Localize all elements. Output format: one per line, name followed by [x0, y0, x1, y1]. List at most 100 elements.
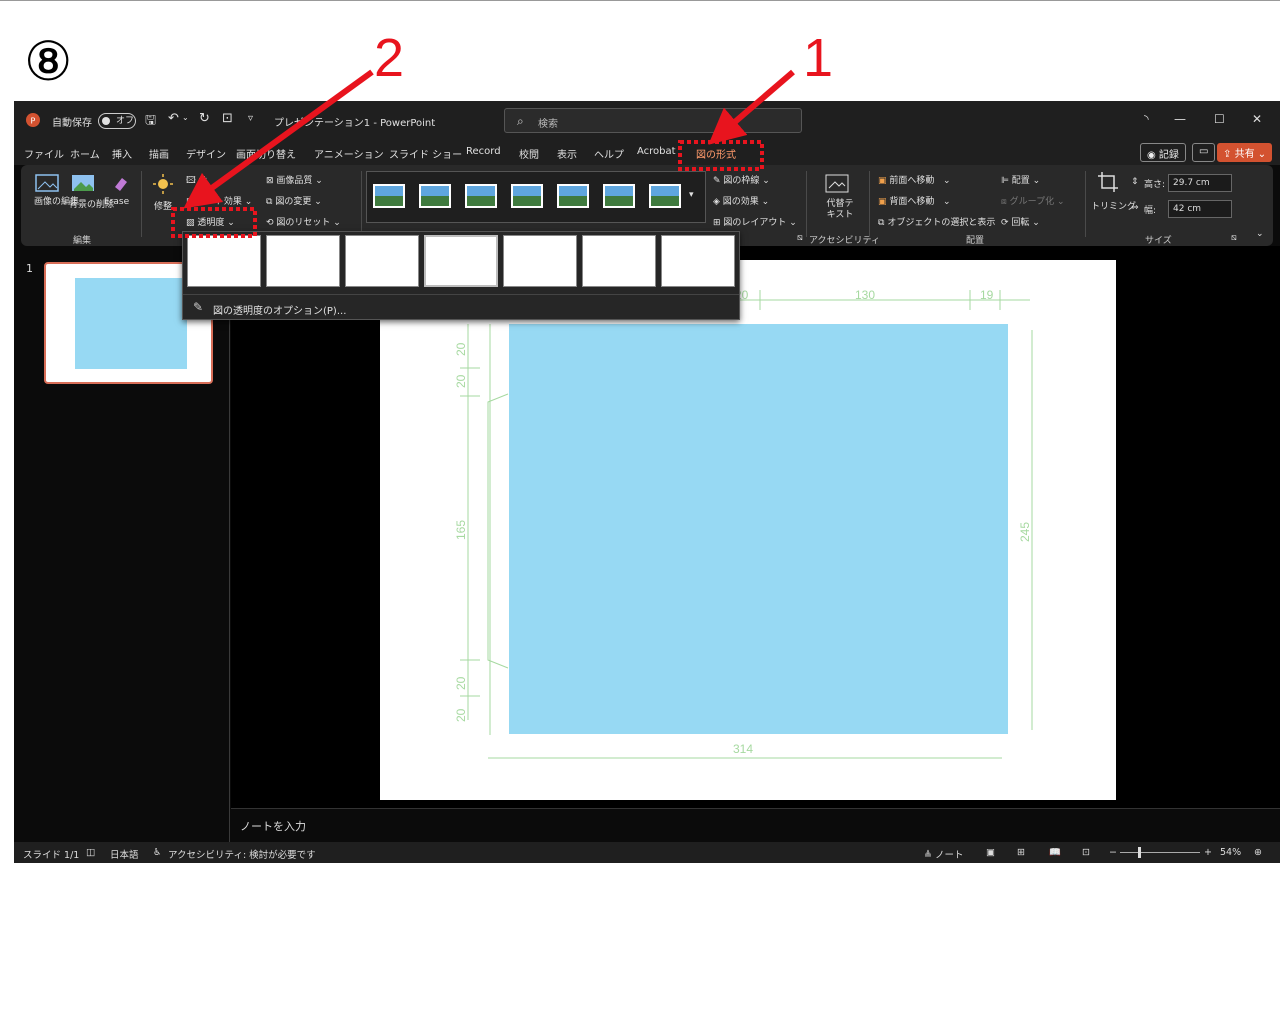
tab-record[interactable]: Record — [466, 146, 501, 157]
zoom-in-icon[interactable]: + — [1204, 847, 1212, 858]
tab-draw[interactable]: 描画 — [149, 146, 169, 161]
record-icon: ◉ — [1147, 150, 1156, 161]
zoom-slider[interactable] — [1120, 852, 1200, 853]
reading-view-icon[interactable]: 📖 — [1049, 847, 1061, 858]
accessibility-status[interactable]: アクセシビリティ: 検討が必要です — [168, 847, 316, 861]
maximize-icon[interactable]: ☐ — [1214, 112, 1225, 126]
notes-button[interactable]: ≜ ノート — [924, 847, 964, 861]
artistic-effects-button[interactable]: ▤ アート効果 ⌄ — [186, 194, 252, 207]
record-button[interactable]: ◉ 記録 — [1140, 143, 1186, 162]
picture-layout-button[interactable]: ⊞ 図のレイアウト ⌄ — [713, 215, 797, 228]
share-button[interactable]: ⇪ 共有 ⌄ — [1217, 143, 1273, 162]
dimension-label: 20 — [454, 708, 468, 722]
present-icon[interactable]: ⊡ — [222, 111, 233, 126]
transparency-preset-0[interactable] — [187, 235, 261, 287]
spelling-check-icon[interactable]: ◫ — [86, 847, 95, 858]
crop-button[interactable]: トリミング — [1091, 199, 1136, 212]
notes-placeholder[interactable]: ノートを入力 — [240, 818, 306, 834]
send-backward-button[interactable]: ▣ 背面へ移動 ⌄ — [878, 194, 951, 207]
zoom-out-icon[interactable]: − — [1109, 847, 1117, 858]
styles-dialog-launcher-icon[interactable]: ⧅ — [797, 233, 803, 243]
gallery-more-icon[interactable]: ▾ — [689, 190, 694, 200]
collapse-ribbon-icon[interactable]: ⌄ — [1256, 229, 1264, 239]
compress-pictures-button[interactable]: ⊠ 画像品質 ⌄ — [266, 173, 323, 186]
transparency-preset-80[interactable] — [582, 235, 656, 287]
change-picture-button[interactable]: ⧉ 図の変更 ⌄ — [266, 194, 322, 207]
autosave-label: 自動保存 — [52, 118, 92, 129]
zoom-slider-handle[interactable] — [1138, 847, 1141, 858]
close-icon[interactable]: ✕ — [1252, 112, 1262, 126]
tab-help[interactable]: ヘルプ — [594, 146, 624, 161]
undo-icon[interactable]: ↶ — [168, 111, 179, 126]
tab-animations[interactable]: アニメーション — [314, 146, 384, 161]
reset-picture-button[interactable]: ⟲ 図のリセット ⌄ — [266, 215, 341, 228]
alt-text-button[interactable]: 代替テキスト — [823, 199, 857, 221]
selection-pane-button[interactable]: ⧉ オブジェクトの選択と表示 — [878, 215, 995, 228]
slideshow-view-icon[interactable]: ⊡ — [1082, 847, 1090, 858]
tab-review[interactable]: 校閲 — [519, 146, 539, 161]
ribbon-separator — [869, 171, 870, 237]
reset-picture-icon: ⟲ — [266, 218, 274, 228]
picture-style-4[interactable] — [511, 184, 543, 208]
tab-design[interactable]: デザイン — [186, 146, 226, 161]
picture-style-3[interactable] — [465, 184, 497, 208]
zoom-level[interactable]: 54% — [1220, 847, 1241, 858]
slide-canvas[interactable]: 20 130 19 20 20 165 20 20 245 314 — [380, 260, 1116, 800]
loading-indicator-icon: ◝ — [1144, 112, 1149, 126]
align-button[interactable]: ⊫ 配置 ⌄ — [1001, 173, 1040, 186]
tab-transitions[interactable]: 画面切り替え — [236, 146, 296, 161]
tab-picture-format[interactable]: 図の形式 — [696, 146, 736, 161]
transparency-button[interactable]: ▨ 透明度 ⌄ — [186, 215, 235, 228]
transparency-preset-95[interactable] — [661, 235, 735, 287]
transparency-preset-30[interactable] — [345, 235, 419, 287]
picture-style-1[interactable] — [373, 184, 405, 208]
width-input[interactable]: 42 cm — [1168, 200, 1232, 218]
picture-style-6[interactable] — [603, 184, 635, 208]
tab-slideshow[interactable]: スライド ショー — [389, 146, 462, 161]
erase-button[interactable]: Erase — [104, 197, 129, 207]
picture-effects-button[interactable]: ◈ 図の効果 ⌄ — [713, 194, 769, 207]
redo-icon[interactable]: ↻ — [199, 111, 210, 126]
accessibility-icon: ♿ — [153, 847, 162, 858]
align-label: 配置 — [1011, 176, 1030, 186]
autosave-toggle[interactable]: オフ — [98, 113, 136, 129]
search-input[interactable]: 検索 — [538, 115, 558, 130]
undo-dropdown-icon[interactable]: ⌄ — [182, 113, 189, 122]
picture-layout-label: 図のレイアウト — [723, 218, 787, 228]
transparency-label: 透明度 — [197, 218, 225, 228]
ribbon-separator — [1085, 171, 1086, 237]
search-box[interactable]: ⌕ 検索 — [504, 108, 802, 133]
transparency-options-item[interactable]: 図の透明度のオプション(P)... — [213, 302, 346, 317]
corrections-button[interactable]: 修整 — [154, 199, 172, 212]
slide-editing-area: 20 130 19 20 20 165 20 20 245 314 — [231, 246, 1280, 808]
slide-sorter-icon[interactable]: ⊞ — [1017, 847, 1025, 858]
height-input[interactable]: 29.7 cm — [1168, 174, 1232, 192]
notes-pane[interactable]: ノートを入力 — [231, 808, 1280, 842]
customize-qat-icon[interactable]: ▿ — [248, 113, 253, 124]
transparency-preset-65[interactable] — [503, 235, 577, 287]
language-indicator[interactable]: 日本語 — [110, 847, 139, 861]
color-button[interactable]: 🖾 色 — [186, 173, 208, 189]
save-icon[interactable]: 🖫 — [145, 111, 156, 133]
tab-acrobat[interactable]: Acrobat — [637, 146, 676, 157]
picture-border-button[interactable]: ✎ 図の枠線 ⌄ — [713, 173, 770, 186]
size-dialog-launcher-icon[interactable]: ⧅ — [1231, 233, 1237, 243]
tab-home[interactable]: ホーム — [70, 146, 100, 161]
tab-file[interactable]: ファイル — [24, 146, 64, 161]
picture-style-7[interactable] — [649, 184, 681, 208]
transparency-preset-15[interactable] — [266, 235, 340, 287]
picture-style-2[interactable] — [419, 184, 451, 208]
fit-slide-icon[interactable]: ⊕ — [1254, 847, 1262, 858]
bring-forward-button[interactable]: ▣ 前面へ移動 ⌄ — [878, 173, 951, 186]
transparency-preset-50[interactable] — [424, 235, 498, 287]
group-button[interactable]: ⧈ グループ化 ⌄ — [1001, 194, 1064, 207]
minimize-icon[interactable]: — — [1174, 112, 1186, 126]
comments-button[interactable]: ▭ — [1192, 143, 1216, 162]
tab-insert[interactable]: 挿入 — [112, 146, 132, 161]
rotate-label: 回転 — [1011, 218, 1030, 228]
rotate-button[interactable]: ⟳ 回転 ⌄ — [1001, 215, 1040, 228]
normal-view-icon[interactable]: ▣ — [986, 847, 995, 858]
tab-view[interactable]: 表示 — [557, 146, 577, 161]
picture-style-5[interactable] — [557, 184, 589, 208]
selected-picture[interactable] — [509, 324, 1008, 734]
